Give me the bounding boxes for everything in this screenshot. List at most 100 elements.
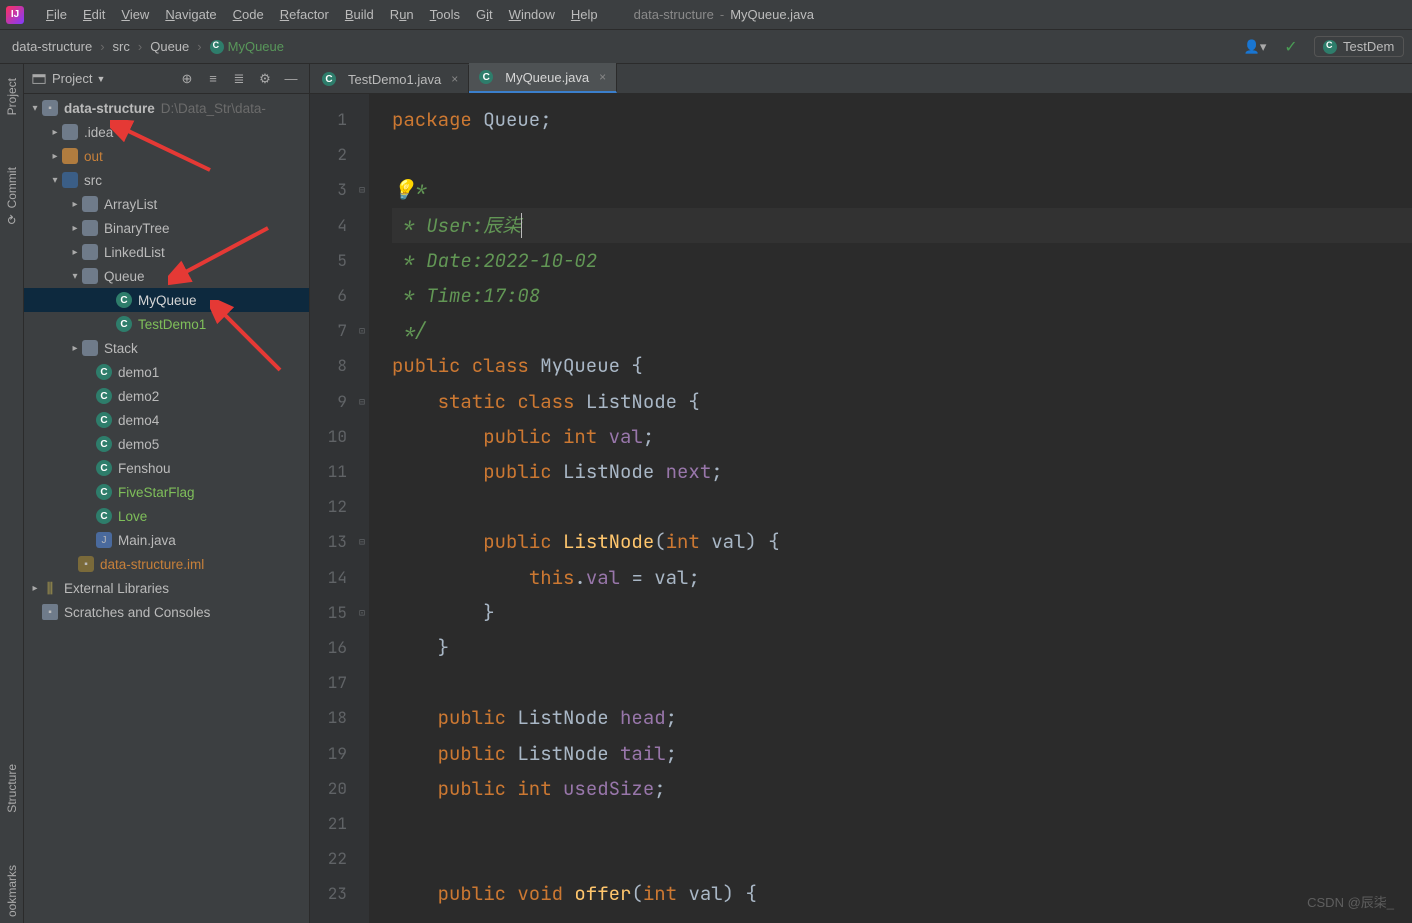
menu-refactor[interactable]: Refactor (272, 7, 337, 22)
menu-view[interactable]: View (113, 7, 157, 22)
library-icon: ⫼ (42, 580, 58, 596)
expand-icon[interactable]: ▸ (48, 151, 62, 162)
tree-folder[interactable]: ▸ArrayList (24, 192, 309, 216)
class-icon: C (96, 436, 112, 452)
tree-file[interactable]: Cdemo4 (24, 408, 309, 432)
menu-help[interactable]: Help (563, 7, 606, 22)
chevron-right-icon: › (100, 39, 104, 54)
menu-tools[interactable]: Tools (422, 7, 468, 22)
menu-code[interactable]: Code (225, 7, 272, 22)
build-button[interactable]: ✓ (1278, 35, 1304, 59)
class-icon (1323, 40, 1337, 54)
tree-src[interactable]: ▾ src (24, 168, 309, 192)
expand-icon[interactable]: ▸ (28, 583, 42, 594)
tree-file[interactable]: CFenshou (24, 456, 309, 480)
tree-folder[interactable]: ▸LinkedList (24, 240, 309, 264)
collapse-all-button[interactable]: ≣ (229, 69, 249, 89)
toolwindow-structure[interactable]: Structure (3, 758, 21, 819)
tree-root[interactable]: ▾ ▪ data-structure D:\Data_Str\data- (24, 96, 309, 120)
tree-file-testdemo1[interactable]: CTestDemo1 (24, 312, 309, 336)
editor-area: CTestDemo1.java× CMyQueue.java× 12 3⊟ 45… (310, 64, 1412, 923)
gutter[interactable]: 12 3⊟ 456 7⊡ 8 9⊟ 101112 13⊟ 14 15⊡ 1617… (310, 94, 370, 923)
close-icon[interactable]: × (451, 72, 458, 86)
toolbar-right: 👤▾ ✓ TestDem (1242, 35, 1404, 59)
package-icon (82, 220, 98, 236)
tree-idea[interactable]: ▸ .idea (24, 120, 309, 144)
collapse-icon[interactable]: ▾ (28, 103, 42, 114)
expand-icon[interactable]: ▸ (48, 127, 62, 138)
crumb-root[interactable]: data-structure (8, 37, 96, 56)
class-icon: C (479, 70, 493, 84)
fold-icon[interactable]: ⊡ (359, 595, 365, 630)
tab-myqueue[interactable]: CMyQueue.java× (469, 63, 617, 93)
code-content[interactable]: package Queue; 💡* * User:辰柒 * Date:2022-… (370, 94, 1412, 923)
source-folder-icon (62, 172, 78, 188)
hide-button[interactable]: — (281, 69, 301, 89)
fold-icon[interactable]: ⊟ (359, 384, 365, 419)
crumb-current[interactable]: MyQueue (206, 37, 288, 57)
left-tool-stripe: Project ⟳ Commit Structure ookmarks (0, 64, 24, 923)
tab-testdemo1[interactable]: CTestDemo1.java× (312, 65, 469, 93)
tree-external-libs[interactable]: ▸⫼External Libraries (24, 576, 309, 600)
java-file-icon: J (96, 532, 112, 548)
tree-folder-queue[interactable]: ▾Queue (24, 264, 309, 288)
menu-bar: IJ File Edit View Navigate Code Refactor… (0, 0, 1412, 30)
expand-icon[interactable]: ▸ (68, 247, 82, 258)
toolwindow-commit[interactable]: ⟳ Commit (3, 161, 21, 230)
navigation-toolbar: data-structure › src › Queue › MyQueue 👤… (0, 30, 1412, 64)
expand-icon[interactable]: ▸ (68, 223, 82, 234)
fold-icon[interactable]: ⊟ (359, 524, 365, 559)
class-icon: C (116, 292, 132, 308)
tree-file[interactable]: CLove (24, 504, 309, 528)
tree-file-iml[interactable]: ▪data-structure.iml (24, 552, 309, 576)
code-editor[interactable]: 12 3⊟ 456 7⊡ 8 9⊟ 101112 13⊟ 14 15⊡ 1617… (310, 94, 1412, 923)
expand-all-button[interactable]: ≡ (203, 69, 223, 89)
menu-git[interactable]: Git (468, 7, 501, 22)
close-icon[interactable]: × (599, 70, 606, 84)
project-icon (32, 72, 46, 86)
tree-folder[interactable]: ▸Stack (24, 336, 309, 360)
tree-file[interactable]: Cdemo2 (24, 384, 309, 408)
window-title: data-structure - MyQueue.java (634, 7, 814, 22)
tree-out[interactable]: ▸ out (24, 144, 309, 168)
breadcrumb[interactable]: data-structure › src › Queue › MyQueue (8, 37, 288, 57)
menu-file[interactable]: File (38, 7, 75, 22)
class-icon: C (96, 388, 112, 404)
fold-icon[interactable]: ⊡ (359, 313, 365, 348)
run-config-selector[interactable]: TestDem (1314, 36, 1404, 57)
bulb-icon[interactable]: 💡 (392, 177, 416, 202)
package-icon (82, 340, 98, 356)
crumb-src[interactable]: src (109, 37, 134, 56)
menu-edit[interactable]: Edit (75, 7, 113, 22)
toolwindow-project[interactable]: Project (3, 72, 21, 121)
menu-build[interactable]: Build (337, 7, 382, 22)
tree-file-mainjava[interactable]: JMain.java (24, 528, 309, 552)
menu-navigate[interactable]: Navigate (157, 7, 224, 22)
expand-icon[interactable]: ▸ (68, 199, 82, 210)
class-icon: C (322, 72, 336, 86)
tree-folder[interactable]: ▸BinaryTree (24, 216, 309, 240)
locate-button[interactable]: ⊕ (177, 69, 197, 89)
tree-file-myqueue[interactable]: CMyQueue (24, 288, 309, 312)
user-icon[interactable]: 👤▾ (1242, 35, 1268, 59)
collapse-icon[interactable]: ▾ (68, 271, 82, 282)
menu-run[interactable]: Run (382, 7, 422, 22)
class-icon: C (96, 364, 112, 380)
toolwindow-bookmarks[interactable]: ookmarks (3, 859, 21, 923)
project-panel-header: Project ▼ ⊕ ≡ ≣ ⚙ — (24, 64, 309, 94)
crumb-queue[interactable]: Queue (146, 37, 193, 56)
settings-button[interactable]: ⚙ (255, 69, 275, 89)
tree-file[interactable]: Cdemo5 (24, 432, 309, 456)
tree-scratches[interactable]: ▪Scratches and Consoles (24, 600, 309, 624)
project-panel: Project ▼ ⊕ ≡ ≣ ⚙ — ▾ ▪ data-structure D… (24, 64, 310, 923)
folder-icon (62, 124, 78, 140)
main-area: Project ⟳ Commit Structure ookmarks Proj… (0, 64, 1412, 923)
project-tree[interactable]: ▾ ▪ data-structure D:\Data_Str\data- ▸ .… (24, 94, 309, 923)
fold-icon[interactable]: ⊟ (359, 172, 365, 207)
collapse-icon[interactable]: ▾ (48, 175, 62, 186)
tree-file[interactable]: CFiveStarFlag (24, 480, 309, 504)
expand-icon[interactable]: ▸ (68, 343, 82, 354)
project-view-selector[interactable]: Project ▼ (32, 71, 105, 86)
menu-window[interactable]: Window (501, 7, 563, 22)
tree-file[interactable]: Cdemo1 (24, 360, 309, 384)
